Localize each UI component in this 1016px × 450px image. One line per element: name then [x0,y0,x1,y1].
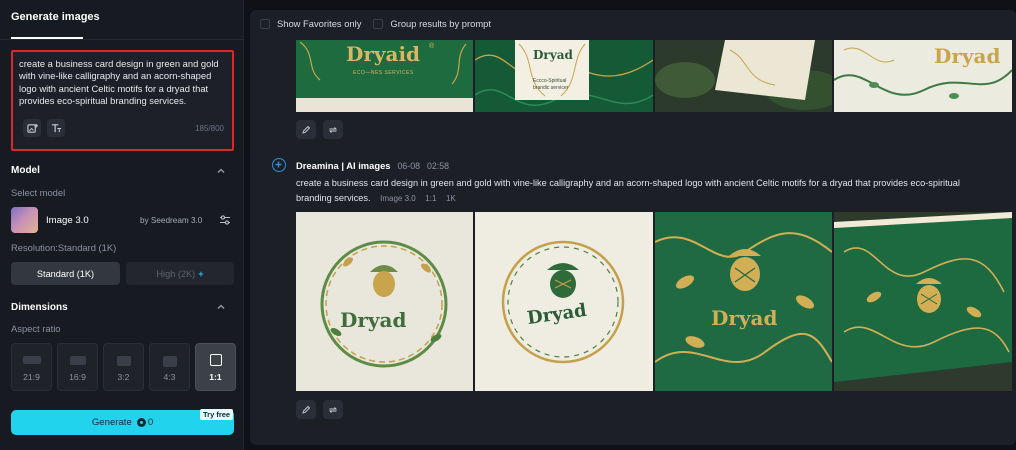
aspect-ratio-options: 21:9 16:9 3:2 4:3 1:1 [11,343,236,391]
result-image[interactable]: Dryad [475,212,653,391]
select-model-label: Select model [11,187,66,198]
chevron-up-icon[interactable] [216,166,226,176]
aspect-shape-icon [116,356,131,366]
result-image[interactable]: Dryad [296,212,473,391]
aspect-label: 4:3 [163,372,176,382]
settings-sliders-icon[interactable] [219,214,231,226]
prompt-text[interactable]: create a business card design in green a… [19,58,226,108]
plus-icon: + [198,268,204,279]
aspect-shape-icon [69,356,86,365]
result-image[interactable]: Dryad [655,212,832,391]
aspect-label: 1:1 [209,372,222,382]
pencil-icon [302,125,311,134]
pencil-icon [302,405,311,414]
generate-cost: 0 [147,417,154,428]
refresh-icon [328,406,338,413]
result-image[interactable] [834,212,1012,391]
model-section-title: Model [11,165,40,176]
card-brand-text: Dryad [340,308,407,332]
aspect-shape-icon [22,356,41,364]
generate-label: Generate [91,417,132,428]
aspect-label: 21:9 [23,372,40,382]
aspect-16-9-button[interactable]: 16:9 [57,343,98,391]
group-results-label[interactable]: Group results by prompt [390,18,491,29]
credit-coin-icon [136,418,146,427]
card-tagline: Eccco-Spiritual [533,78,567,84]
dreamina-avatar-icon [272,158,286,172]
generation-model: Image 3.0 [380,194,416,203]
model-selector[interactable]: Image 3.0 by Seedream 3.0 [11,207,234,233]
result-image[interactable]: Dryaid ® ECO—NES SERVICES [296,40,473,112]
generation-resolution: 1K [445,194,456,203]
model-provider: by Seedream 3.0 [140,215,203,225]
generation-date: 06-08 [397,161,421,171]
aspect-1-1-button[interactable]: 1:1 [195,343,236,391]
dimensions-section-title: Dimensions [11,302,68,313]
char-count: 185/800 [195,124,224,133]
text-style-button[interactable] [47,119,65,137]
show-favorites-checkbox[interactable] [260,18,270,29]
image-reference-icon [26,123,38,133]
card-brand-text: Dryad [711,306,778,330]
aspect-4-3-button[interactable]: 4:3 [149,343,190,391]
aspect-shape-icon [209,354,222,366]
generation-prompt[interactable]: create a business card design in green a… [296,176,996,206]
resolution-high-button[interactable]: High (2K) + [126,262,234,285]
divider [0,39,244,40]
business-card-image [475,212,653,391]
result-image[interactable]: Dryad [834,40,1012,112]
aspect-ratio-label: Aspect ratio [11,323,61,334]
generation-author: Dreamina | AI images [296,160,391,171]
aspect-3-2-button[interactable]: 3:2 [103,343,144,391]
results-panel: Show Favorites only Group results by pro… [250,10,1016,445]
text-style-icon [51,123,61,132]
model-name: Image 3.0 [46,214,89,226]
refresh-icon [328,126,338,133]
regenerate-button[interactable] [323,120,343,139]
left-panel: Generate images create a business card d… [0,0,244,450]
card-brand-text: Dryad [934,44,1001,68]
result-image[interactable]: Dryad Eccco-Spiritual brandic servicer [475,40,653,112]
business-card-image [655,40,832,112]
card-brand-text: Dryaid [346,42,421,66]
business-card-image [834,212,1012,391]
edit-button[interactable] [296,120,316,139]
chevron-up-icon[interactable] [216,302,226,312]
card-brand-reg: ® [429,43,435,50]
regenerate-button[interactable] [323,400,343,419]
show-favorites-label[interactable]: Show Favorites only [277,18,361,29]
edit-button[interactable] [296,400,316,419]
business-card-image [296,212,473,391]
group-results-checkbox[interactable] [373,18,384,29]
aspect-shape-icon [162,356,177,367]
resolution-standard-button[interactable]: Standard (1K) [11,262,120,285]
resolution-high-label: High (2K) [156,268,196,279]
aspect-label: 16:9 [69,372,86,382]
generation-ratio: 1:1 [425,194,437,203]
aspect-label: 3:2 [117,372,130,382]
business-card-image [655,212,832,391]
model-thumbnail [11,207,38,233]
results-toolbar: Show Favorites only Group results by pro… [260,18,503,29]
prompt-input[interactable]: create a business card design in green a… [11,50,234,151]
try-free-badge: Try free [200,409,234,420]
generation-header: Dreamina | AI images 06-08 02:58 [296,160,449,171]
card-tagline: ECO—NES SERVICES [353,70,414,76]
result-image[interactable] [655,40,832,112]
aspect-21-9-button[interactable]: 21:9 [11,343,52,391]
resolution-label: Resolution:Standard (1K) [11,242,117,253]
card-brand-text: Dryad [533,48,573,62]
image-reference-button[interactable] [23,119,41,137]
generation-time: 02:58 [427,161,450,171]
card-tagline: brandic servicer [533,85,569,91]
